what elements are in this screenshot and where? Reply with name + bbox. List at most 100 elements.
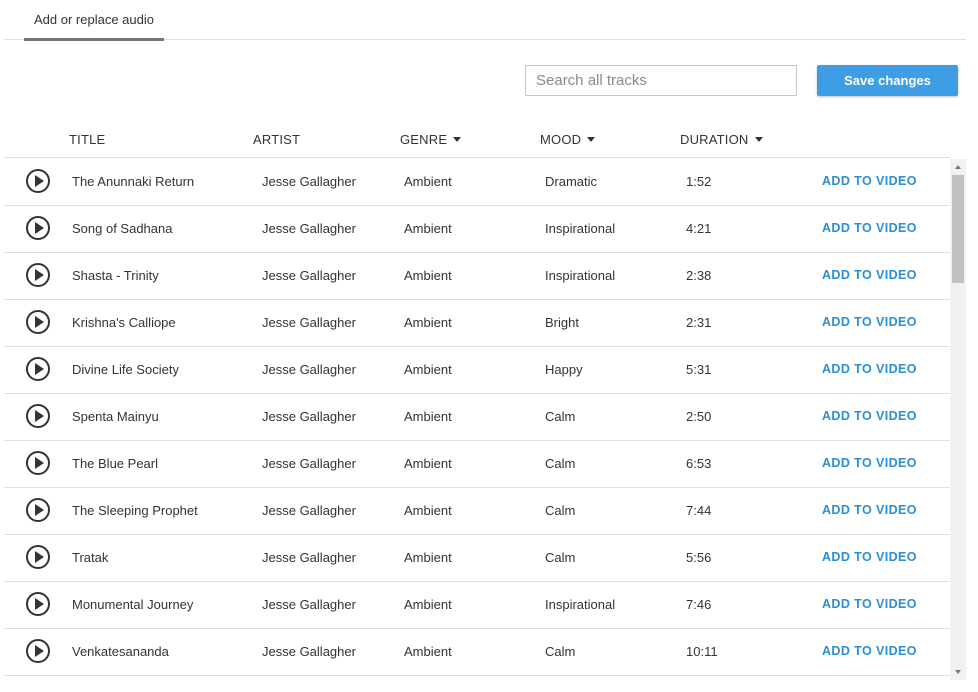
add-to-video-button[interactable]: ADD TO VIDEO <box>822 221 917 235</box>
track-mood: Calm <box>545 644 576 659</box>
track-list: The Anunnaki Return Jesse Gallagher Ambi… <box>4 159 950 692</box>
vertical-scrollbar[interactable] <box>950 159 966 680</box>
track-genre: Ambient <box>404 503 452 518</box>
caret-down-icon <box>587 137 596 142</box>
track-row: Song of Sadhana Jesse Gallagher Ambient … <box>4 206 950 253</box>
track-mood: Bright <box>545 315 579 330</box>
track-genre: Ambient <box>404 268 452 283</box>
track-artist: Jesse Gallagher <box>262 174 356 189</box>
add-to-video-button[interactable]: ADD TO VIDEO <box>822 503 917 517</box>
track-mood: Calm <box>545 456 576 471</box>
track-row: Venkatesananda Jesse Gallagher Ambient C… <box>4 629 950 676</box>
track-artist: Jesse Gallagher <box>262 644 356 659</box>
track-row: Divine Life Society Jesse Gallagher Ambi… <box>4 347 950 394</box>
tab-add-or-replace-audio[interactable]: Add or replace audio <box>24 0 164 41</box>
add-to-video-button[interactable]: ADD TO VIDEO <box>822 268 917 282</box>
track-artist: Jesse Gallagher <box>262 597 356 612</box>
column-header-mood[interactable]: MOOD <box>540 132 596 147</box>
track-genre: Ambient <box>404 174 452 189</box>
active-tab-indicator <box>24 38 164 41</box>
play-icon[interactable] <box>26 592 50 616</box>
track-duration: 2:38 <box>686 268 712 283</box>
column-header-duration[interactable]: DURATION <box>680 132 763 147</box>
track-duration: 1:52 <box>686 174 712 189</box>
track-artist: Jesse Gallagher <box>262 268 356 283</box>
track-mood: Calm <box>545 550 576 565</box>
track-duration: 7:44 <box>686 503 712 518</box>
column-header-genre[interactable]: GENRE <box>400 132 462 147</box>
add-to-video-button[interactable]: ADD TO VIDEO <box>822 409 917 423</box>
track-mood: Calm <box>545 503 576 518</box>
track-duration: 4:21 <box>686 221 712 236</box>
track-title: The Anunnaki Return <box>72 174 195 189</box>
track-row: The Anunnaki Return Jesse Gallagher Ambi… <box>4 159 950 206</box>
track-duration: 6:53 <box>686 456 712 471</box>
track-duration: 5:31 <box>686 362 712 377</box>
track-row: The Sleeping Prophet Jesse Gallagher Amb… <box>4 488 950 535</box>
play-icon[interactable] <box>26 545 50 569</box>
tab-label: Add or replace audio <box>34 12 154 27</box>
add-to-video-button[interactable]: ADD TO VIDEO <box>822 362 917 376</box>
track-title: Tratak <box>72 550 109 565</box>
play-icon[interactable] <box>26 263 50 287</box>
track-genre: Ambient <box>404 362 452 377</box>
track-title: Venkatesananda <box>72 644 169 659</box>
track-duration: 7:46 <box>686 597 712 612</box>
track-artist: Jesse Gallagher <box>262 456 356 471</box>
track-row: The Blue Pearl Jesse Gallagher Ambient C… <box>4 441 950 488</box>
track-duration: 2:50 <box>686 409 712 424</box>
add-to-video-button[interactable]: ADD TO VIDEO <box>822 174 917 188</box>
play-icon[interactable] <box>26 498 50 522</box>
track-genre: Ambient <box>404 644 452 659</box>
column-header-title: TITLE <box>69 132 106 147</box>
track-artist: Jesse Gallagher <box>262 221 356 236</box>
track-title: The Sleeping Prophet <box>72 503 198 518</box>
add-to-video-button[interactable]: ADD TO VIDEO <box>822 644 917 658</box>
track-genre: Ambient <box>404 550 452 565</box>
track-artist: Jesse Gallagher <box>262 550 356 565</box>
track-row: Spenta Mainyu Jesse Gallagher Ambient Ca… <box>4 394 950 441</box>
search-input[interactable] <box>525 65 797 96</box>
add-to-video-button[interactable]: ADD TO VIDEO <box>822 597 917 611</box>
scroll-down-arrow-icon[interactable] <box>955 670 961 674</box>
add-to-video-button[interactable]: ADD TO VIDEO <box>822 550 917 564</box>
track-mood: Inspirational <box>545 268 616 283</box>
play-icon[interactable] <box>26 404 50 428</box>
track-genre: Ambient <box>404 456 452 471</box>
track-duration: 2:31 <box>686 315 712 330</box>
track-genre: Ambient <box>404 221 452 236</box>
track-mood: Inspirational <box>545 221 616 236</box>
track-title: Divine Life Society <box>72 362 179 377</box>
track-artist: Jesse Gallagher <box>262 362 356 377</box>
save-changes-button[interactable]: Save changes <box>817 65 958 96</box>
add-to-video-button[interactable]: ADD TO VIDEO <box>822 456 917 470</box>
track-title: The Blue Pearl <box>72 456 158 471</box>
track-title: Spenta Mainyu <box>72 409 159 424</box>
track-title: Shasta - Trinity <box>72 268 159 283</box>
track-mood: Dramatic <box>545 174 598 189</box>
track-title: Monumental Journey <box>72 597 194 612</box>
scrollbar-thumb[interactable] <box>952 175 964 283</box>
play-icon[interactable] <box>26 451 50 475</box>
scroll-up-arrow-icon[interactable] <box>955 165 961 169</box>
track-artist: Jesse Gallagher <box>262 409 356 424</box>
track-row: Monumental Journey Jesse Gallagher Ambie… <box>4 582 950 629</box>
track-artist: Jesse Gallagher <box>262 315 356 330</box>
play-icon[interactable] <box>26 216 50 240</box>
track-genre: Ambient <box>404 597 452 612</box>
track-title: Song of Sadhana <box>72 221 173 236</box>
play-icon[interactable] <box>26 639 50 663</box>
add-to-video-button[interactable]: ADD TO VIDEO <box>822 315 917 329</box>
play-icon[interactable] <box>26 357 50 381</box>
track-duration: 5:56 <box>686 550 712 565</box>
track-row: Krishna's Calliope Jesse Gallagher Ambie… <box>4 300 950 347</box>
caret-down-icon <box>453 137 462 142</box>
track-row: Tratak Jesse Gallagher Ambient Calm 5:56… <box>4 535 950 582</box>
play-icon[interactable] <box>26 169 50 193</box>
track-mood: Happy <box>545 362 583 377</box>
table-header: TITLE ARTIST GENRE MOOD DURATION <box>4 120 950 158</box>
play-icon[interactable] <box>26 310 50 334</box>
track-row: Shasta - Trinity Jesse Gallagher Ambient… <box>4 253 950 300</box>
caret-down-icon <box>754 137 763 142</box>
track-genre: Ambient <box>404 409 452 424</box>
